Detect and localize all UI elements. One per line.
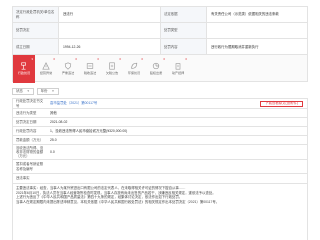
tab-label: 股权出质: [149, 71, 163, 76]
info-label: 处罚决定: [13, 23, 59, 38]
tab-label: 欠税公告: [105, 71, 119, 76]
risk-tab-bar: 3 行政处罚 0 经营异常 0 严重违法 0 税收违法 0 欠税公告 0 环保处…: [12, 54, 308, 83]
tab-equity-pledge[interactable]: 0 股权出质: [145, 55, 167, 83]
info-label: 成立日期: [13, 39, 59, 55]
filter-label: 状态: [16, 89, 23, 94]
detail-label: 处罚决定日期: [16, 119, 37, 124]
detail-value: [47, 160, 307, 173]
tab-label: 环保处罚: [127, 71, 141, 76]
tab-count: 0: [119, 57, 121, 61]
info-value: 1994-12-26: [59, 39, 161, 55]
detail-row: 行政处罚决定书文号 嘉市监罚处〔2021〕第00117号 下载查看原文(含附件): [13, 99, 307, 109]
detail-label: 罚款金额（万元）: [16, 137, 44, 142]
tab-tax-arrears[interactable]: 0 欠税公告: [101, 55, 123, 83]
tab-count: 0: [53, 57, 55, 61]
info-row: 决定行政处罚机关/单位名称 违法行 法定依据 有关责任公司（示范类）依据相关的违…: [13, 7, 307, 23]
detail-label: 暂扣或者吊销证照名称及编号: [16, 162, 44, 171]
detail-row: 违法行为类型 其他: [13, 109, 307, 118]
info-label: 决定行政处罚机关/单位名称: [13, 7, 59, 22]
tab-label: 严重违法: [61, 71, 75, 76]
document-icon: [109, 62, 115, 70]
download-original-button[interactable]: 下载查看原文(含附件): [260, 100, 303, 107]
detail-label: 行政处罚内容: [16, 128, 37, 133]
year-filter-dropdown[interactable]: 年份 ▼: [36, 88, 59, 95]
detail-row: 违法事实: [13, 174, 307, 184]
tab-count: 3: [31, 57, 33, 61]
detail-label: 违法行为类型: [16, 110, 37, 115]
page: 决定行政处罚机关/单位名称 违法行 法定依据 有关责任公司（示范类）依据相关的违…: [0, 0, 320, 240]
warning-icon: [42, 62, 50, 70]
tab-chattel-mortgage[interactable]: 0 动产抵押: [167, 55, 189, 83]
violation-facts-text: 主要违法事实：经查，当事人为某外贸进出口有限公司的法定代表人，在未取得相关许可证…: [13, 184, 307, 206]
tab-count: 0: [97, 57, 99, 61]
tab-label: 经营异常: [39, 71, 53, 76]
detail-row: 暂扣或者吊销证照名称及编号: [13, 160, 307, 174]
info-row: 处罚决定 处罚类型: [13, 23, 307, 39]
company-info-table: 决定行政处罚机关/单位名称 违法行 法定依据 有关责任公司（示范类）依据相关的违…: [12, 6, 308, 56]
tab-label: 动产抵押: [171, 71, 185, 76]
filter-label: 年份: [40, 89, 48, 94]
detail-row: 罚款金额（万元） 25.0: [13, 136, 307, 145]
detail-label: 没收违法所得、没收非法财物的金额（万元）: [16, 145, 44, 159]
detail-row: 处罚决定日期 2021-08-02: [13, 118, 307, 127]
tab-label: 行政处罚: [17, 71, 31, 76]
tab-tax-violation[interactable]: 0 税收违法: [79, 55, 101, 83]
info-row: 成立日期 1994-12-26 处罚内容 违行政行为限期取消并重新执行: [13, 39, 307, 55]
tax-icon: [86, 63, 94, 69]
gavel-icon: [21, 62, 26, 70]
detail-label: 违法事实: [16, 176, 30, 181]
info-value: [59, 23, 161, 38]
tab-count: 0: [141, 57, 143, 61]
fact-line: 当事人在规定期限内未提出陈述申辩意见，本机关依据《中华人民共和国行政处罚法》的相…: [16, 199, 220, 204]
tab-count: 0: [75, 57, 77, 61]
detail-value: 2021-08-02: [50, 119, 68, 124]
info-label: 处罚类型: [161, 23, 207, 38]
detail-value: [47, 174, 307, 183]
chevron-down-icon: ▼: [26, 88, 30, 93]
penalty-detail-panel: 行政处罚决定书文号 嘉市监罚处〔2021〕第00117号 下载查看原文(含附件)…: [12, 98, 308, 240]
tab-count: 0: [163, 57, 165, 61]
detail-row: 没收违法所得、没收非法财物的金额（万元） 0.0: [13, 145, 307, 160]
building-icon: [175, 63, 181, 70]
tab-environmental-penalty[interactable]: 0 环保处罚: [123, 55, 145, 83]
info-value: 违法行: [59, 7, 161, 22]
tab-label: 税收违法: [83, 71, 97, 76]
status-filter-dropdown[interactable]: 状态 ▼: [12, 88, 34, 95]
info-value: [207, 23, 307, 38]
detail-value: 1、没收违法所得人民币叁拾贰万元整(¥320,000.00): [50, 128, 128, 133]
detail-value: 其他: [50, 110, 57, 115]
shield-icon: [64, 62, 72, 70]
tab-administrative-penalty[interactable]: 3 行政处罚: [13, 55, 35, 83]
pie-icon: [152, 63, 160, 70]
info-value: 违行政行为限期取消并重新执行: [211, 44, 259, 49]
chevron-down-icon: ▼: [51, 88, 55, 93]
detail-row: 行政处罚内容 1、没收违法所得人民币叁拾贰万元整(¥320,000.00): [13, 127, 307, 136]
tab-business-abnormal[interactable]: 0 经营异常: [35, 55, 57, 83]
info-value: 有关责任公司（示范类）依据相关的违法条款: [211, 12, 279, 17]
tab-serious-violation[interactable]: 0 严重违法: [57, 55, 79, 83]
tab-count: 0: [185, 57, 187, 61]
filter-bar: 状态 ▼ 年份 ▼: [12, 88, 59, 95]
detail-value: 25.0: [50, 137, 57, 142]
detail-value: 0.0: [50, 149, 55, 154]
info-label: 处罚内容: [161, 39, 207, 55]
info-label: 法定依据: [161, 7, 207, 22]
leaf-icon: [131, 63, 138, 69]
decision-number-link[interactable]: 嘉市监罚处〔2021〕第00117号: [47, 99, 260, 108]
detail-label: 行政处罚决定书文号: [16, 99, 44, 108]
